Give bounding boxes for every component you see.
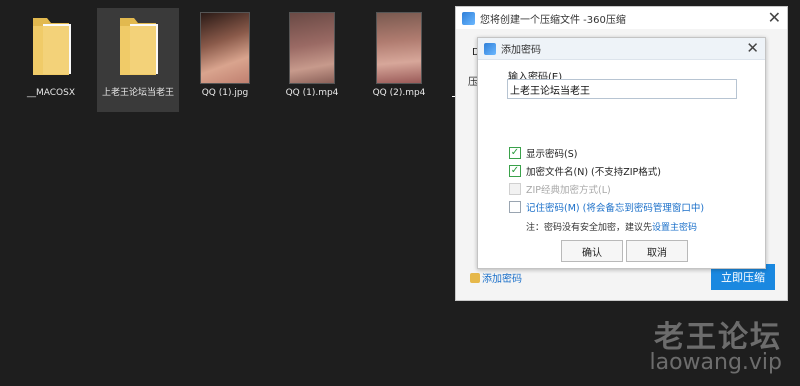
folder-icon: [33, 18, 71, 75]
app-icon: [484, 42, 496, 55]
folder-icon: [120, 18, 158, 75]
file-label: QQ (2).mp4: [372, 88, 426, 98]
remember-password-option[interactable]: 记住密码(M) (将会备忘到密码管理窗口中): [509, 200, 704, 214]
file-label: QQ (1).mp4: [285, 88, 339, 98]
zip-classic-label: ZIP经典加密方式(L): [526, 185, 611, 196]
checkbox-checked-icon[interactable]: ✓: [509, 147, 521, 159]
cancel-button[interactable]: 取消: [626, 240, 688, 262]
set-master-password-link[interactable]: 设置主密码: [652, 223, 697, 233]
watermark-url: laowang.vip: [649, 350, 782, 375]
file-laowang-folder[interactable]: 上老王论坛当老王: [97, 8, 179, 112]
close-icon[interactable]: ✕: [746, 41, 759, 56]
show-password-option[interactable]: ✓ 显示密码(S): [509, 146, 577, 160]
file-qq1-mp4[interactable]: QQ (1).mp4: [271, 8, 353, 100]
encrypt-filenames-label: 加密文件名(N) (不支持ZIP格式): [526, 167, 661, 178]
file-label: 上老王论坛当老王: [101, 88, 174, 98]
add-password-dialog: 添加密码 ✕ 输入密码(E) ✓ 显示密码(S) ✓ 加密文件名(N) (不支持…: [477, 37, 766, 269]
note-text: 注：密码没有安全加密，建议先: [526, 223, 653, 233]
file-qq2-mp4[interactable]: QQ (2).mp4: [358, 8, 440, 100]
app-icon: [462, 11, 475, 25]
show-password-label: 显示密码(S): [526, 149, 578, 160]
file-label: __MACOSX: [26, 88, 75, 98]
close-icon[interactable]: ✕: [768, 10, 781, 26]
file-qq1-jpg[interactable]: QQ (1).jpg: [184, 8, 266, 100]
security-note: 注：密码没有安全加密，建议先设置主密码: [526, 220, 697, 233]
checkbox-unchecked-icon[interactable]: [509, 201, 521, 213]
file-label: QQ (1).jpg: [201, 88, 249, 98]
password-input[interactable]: [507, 79, 737, 99]
encrypt-filenames-option[interactable]: ✓ 加密文件名(N) (不支持ZIP格式): [509, 164, 661, 178]
add-password-title: 添加密码: [501, 45, 541, 56]
compress-dialog-titlebar: 您将创建一个压缩文件 -360压缩 ✕: [456, 7, 787, 29]
confirm-button[interactable]: 确认: [561, 240, 623, 262]
image-thumbnail: [200, 12, 250, 84]
zip-classic-option: ZIP经典加密方式(L): [509, 182, 611, 196]
checkbox-checked-icon[interactable]: ✓: [509, 165, 521, 177]
add-password-link[interactable]: 添加密码: [470, 270, 522, 285]
add-password-titlebar: 添加密码 ✕: [478, 38, 765, 60]
remember-password-label: 记住密码(M) (将会备忘到密码管理窗口中): [526, 203, 705, 214]
file-macosx-folder[interactable]: __MACOSX: [10, 8, 92, 100]
compress-dialog-title: 您将创建一个压缩文件 -360压缩: [480, 14, 626, 26]
lock-icon: [470, 272, 480, 283]
checkbox-disabled-icon: [509, 183, 521, 195]
add-password-link-label: 添加密码: [482, 274, 522, 285]
video-thumbnail: [376, 12, 422, 84]
video-thumbnail: [289, 12, 335, 84]
